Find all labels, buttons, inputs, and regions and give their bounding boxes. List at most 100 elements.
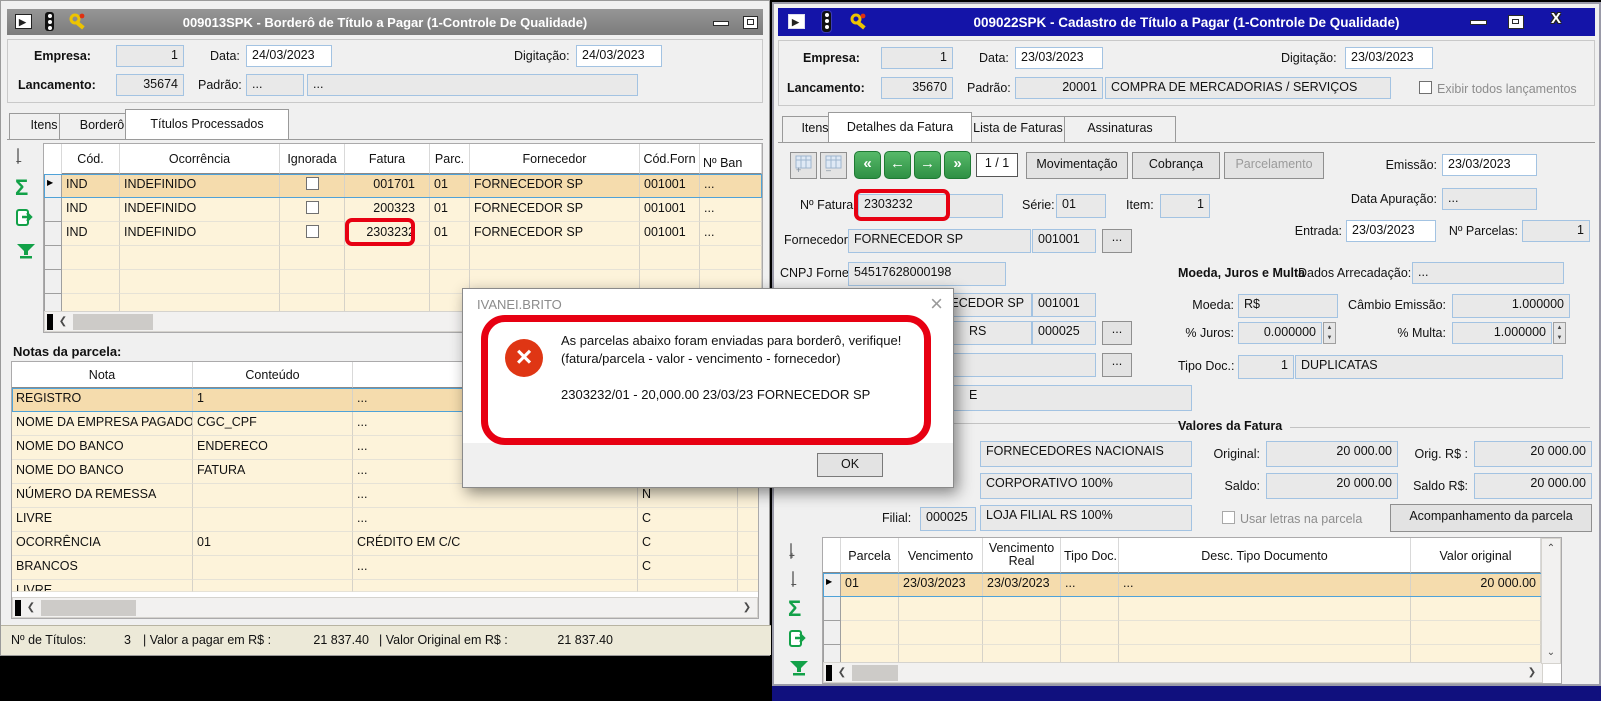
col-valor-original[interactable]: Valor original xyxy=(1411,538,1541,573)
col-tipodoc[interactable]: Tipo Doc. xyxy=(1061,538,1119,573)
saldors-field[interactable]: 20 000.00 xyxy=(1474,473,1592,499)
usar-letras-checkbox[interactable] xyxy=(1222,511,1235,524)
ok-button[interactable]: OK xyxy=(817,453,883,477)
portador-code-field[interactable]: 000025 xyxy=(1032,321,1096,345)
empresa-field[interactable]: 1 xyxy=(881,47,953,69)
scroll-right-button[interactable]: ❯ xyxy=(739,600,755,616)
export-doc-icon[interactable] xyxy=(15,209,37,232)
empresa-field[interactable]: 1 xyxy=(116,45,184,67)
padrao-code-field[interactable]: 20001 xyxy=(1015,77,1103,99)
sacado-code-field[interactable]: 001001 xyxy=(1032,293,1096,317)
fornecedor-code-field[interactable]: 001001 xyxy=(1032,229,1096,253)
col-ocorrencia[interactable]: Ocorrência xyxy=(120,144,280,174)
col-fornecedor[interactable]: Fornecedor xyxy=(470,144,640,174)
cobranca-button[interactable]: Cobrança xyxy=(1132,152,1220,179)
moeda-field[interactable]: R$ xyxy=(1238,294,1338,318)
close-icon[interactable]: × xyxy=(930,291,943,317)
grid-remove-button[interactable]: – xyxy=(820,152,847,179)
exibir-todos-checkbox[interactable] xyxy=(1419,81,1432,94)
col-parc[interactable]: Parc. xyxy=(430,144,470,174)
left-titlebar[interactable]: ▶ 009013SPK - Borderô de Título a Pagar … xyxy=(7,9,763,35)
scroll-up-button[interactable]: ⌃ xyxy=(1543,541,1559,557)
data-field[interactable]: 24/03/2023 xyxy=(246,45,332,67)
tipodoc-code-field[interactable]: 1 xyxy=(1238,355,1294,379)
col-conteudo[interactable]: Conteúdo xyxy=(193,362,353,388)
rateio-field[interactable]: CORPORATIVO 100% xyxy=(980,473,1192,499)
item-field[interactable]: 1 xyxy=(1160,194,1210,218)
conta-field[interactable]: FORNECEDORES NACIONAIS xyxy=(980,441,1192,467)
note-remove-icon[interactable]: – xyxy=(791,571,797,590)
data-apuracao-field[interactable]: ... xyxy=(1442,188,1537,210)
col-desc-tipodoc[interactable]: Desc. Tipo Documento xyxy=(1119,538,1411,573)
tab-titulos-processados[interactable]: Títulos Processados xyxy=(125,109,289,139)
table-row[interactable]: ▶ 01 23/03/2023 23/03/2023 ... ... 20 00… xyxy=(823,573,1561,597)
table-row[interactable]: ▶ IND INDEFINIDO 001701 01 FORNECEDOR SP… xyxy=(44,174,762,198)
col-nota[interactable]: Nota xyxy=(12,362,193,388)
juros-field[interactable]: 0.000000 xyxy=(1238,322,1322,344)
lancamento-field[interactable]: 35670 xyxy=(881,77,953,99)
scroll-down-button[interactable]: ⌄ xyxy=(1543,645,1559,661)
scroll-left-button[interactable]: ❮ xyxy=(834,665,850,681)
saldo-field[interactable]: 20 000.00 xyxy=(1266,473,1398,499)
scroll-thumb[interactable] xyxy=(41,600,136,616)
nav-prev-button[interactable]: ← xyxy=(884,151,911,179)
nav-next-button[interactable]: → xyxy=(914,151,941,179)
padrao-code-field[interactable]: ... xyxy=(246,74,304,96)
data-field[interactable]: 23/03/2023 xyxy=(1015,47,1103,69)
right-titlebar[interactable]: ▶ 009022SPK - Cadastro de Título a Pagar… xyxy=(778,8,1595,36)
cnpj-field[interactable]: 54517628000198 xyxy=(848,262,1006,286)
digitacao-field[interactable]: 23/03/2023 xyxy=(1345,47,1433,69)
col-vencimento-real[interactable]: Vencimento Real xyxy=(983,538,1061,573)
padrao-desc-field[interactable]: COMPRA DE MERCADORIAS / SERVIÇOS xyxy=(1105,77,1391,99)
filial-desc-field[interactable]: LOJA FILIAL RS 100% xyxy=(980,505,1192,531)
list-item-partial[interactable]: LIVRE xyxy=(12,580,758,592)
list-item[interactable]: OCORRÊNCIA 01 CRÉDITO EM C/C C xyxy=(12,532,758,556)
col-nbanco[interactable]: Nº Ban xyxy=(700,144,762,174)
col-vencimento[interactable]: Vencimento xyxy=(899,538,983,573)
grid-add-button[interactable]: + xyxy=(790,152,817,179)
original-field[interactable]: 20 000.00 xyxy=(1266,441,1398,467)
notas-hscrollbar[interactable]: ❮ ❯ xyxy=(12,597,758,618)
digitacao-field[interactable]: 24/03/2023 xyxy=(576,45,662,67)
multa-spinner[interactable]: ▲ ▼ xyxy=(1553,322,1566,344)
parcelamento-button[interactable]: Parcelamento xyxy=(1224,152,1324,179)
tab-detalhes-fatura[interactable]: Detalhes da Fatura xyxy=(828,112,972,142)
col-codforn[interactable]: Cód.Forn xyxy=(640,144,700,174)
ignorada-checkbox[interactable] xyxy=(305,201,319,214)
nav-first-button[interactable]: « xyxy=(854,151,881,179)
origrs-field[interactable]: 20 000.00 xyxy=(1474,441,1592,467)
scroll-thumb[interactable] xyxy=(852,665,898,681)
parcelas-vscrollbar[interactable]: ⌃ ⌄ xyxy=(1541,538,1561,664)
list-item[interactable]: LIVRE ... C xyxy=(12,508,758,532)
sum-icon[interactable]: Σ xyxy=(15,175,28,201)
lancamento-field[interactable]: 35674 xyxy=(116,74,184,96)
fornecedor-field[interactable]: FORNECEDOR SP xyxy=(848,229,1031,253)
fornecedor-lookup-button[interactable]: ... xyxy=(1102,229,1132,253)
dados-arrecadacao-field[interactable]: ... xyxy=(1412,262,1564,284)
scroll-left-button[interactable]: ❮ xyxy=(55,314,71,330)
nav-last-button[interactable]: » xyxy=(944,151,971,179)
entrada-field[interactable]: 23/03/2023 xyxy=(1346,220,1436,242)
filter-icon[interactable] xyxy=(789,660,809,679)
col-ignorada[interactable]: Ignorada xyxy=(280,144,345,174)
close-button[interactable]: X xyxy=(1546,10,1566,30)
filial-code-field[interactable]: 000025 xyxy=(920,507,976,531)
nparcelas-field[interactable]: 1 xyxy=(1522,220,1590,242)
ignorada-checkbox[interactable] xyxy=(305,225,319,238)
ignorada-checkbox[interactable] xyxy=(305,177,319,190)
padrao-desc-field[interactable]: ... xyxy=(307,74,638,96)
parcelas-hscrollbar[interactable]: ❮ ❯ xyxy=(823,662,1543,683)
note-add-icon[interactable]: + xyxy=(789,543,795,562)
serie-field[interactable]: 01 xyxy=(1056,194,1106,218)
filter-icon[interactable] xyxy=(16,243,36,262)
minimize-button[interactable] xyxy=(1470,20,1487,25)
emissao-field[interactable]: 23/03/2023 xyxy=(1442,154,1537,176)
occluded-lookup-button[interactable]: ... xyxy=(1102,353,1132,377)
scroll-right-button[interactable]: ❯ xyxy=(1524,665,1540,681)
portador-lookup-button[interactable]: ... xyxy=(1102,321,1132,345)
movimentacao-button[interactable]: Movimentação xyxy=(1026,152,1128,179)
tipodoc-desc-field[interactable]: DUPLICATAS xyxy=(1295,355,1563,379)
export-doc-icon[interactable] xyxy=(788,630,810,653)
tab-assinaturas[interactable]: Assinaturas xyxy=(1064,116,1176,142)
col-cod[interactable]: Cód. xyxy=(62,144,120,174)
